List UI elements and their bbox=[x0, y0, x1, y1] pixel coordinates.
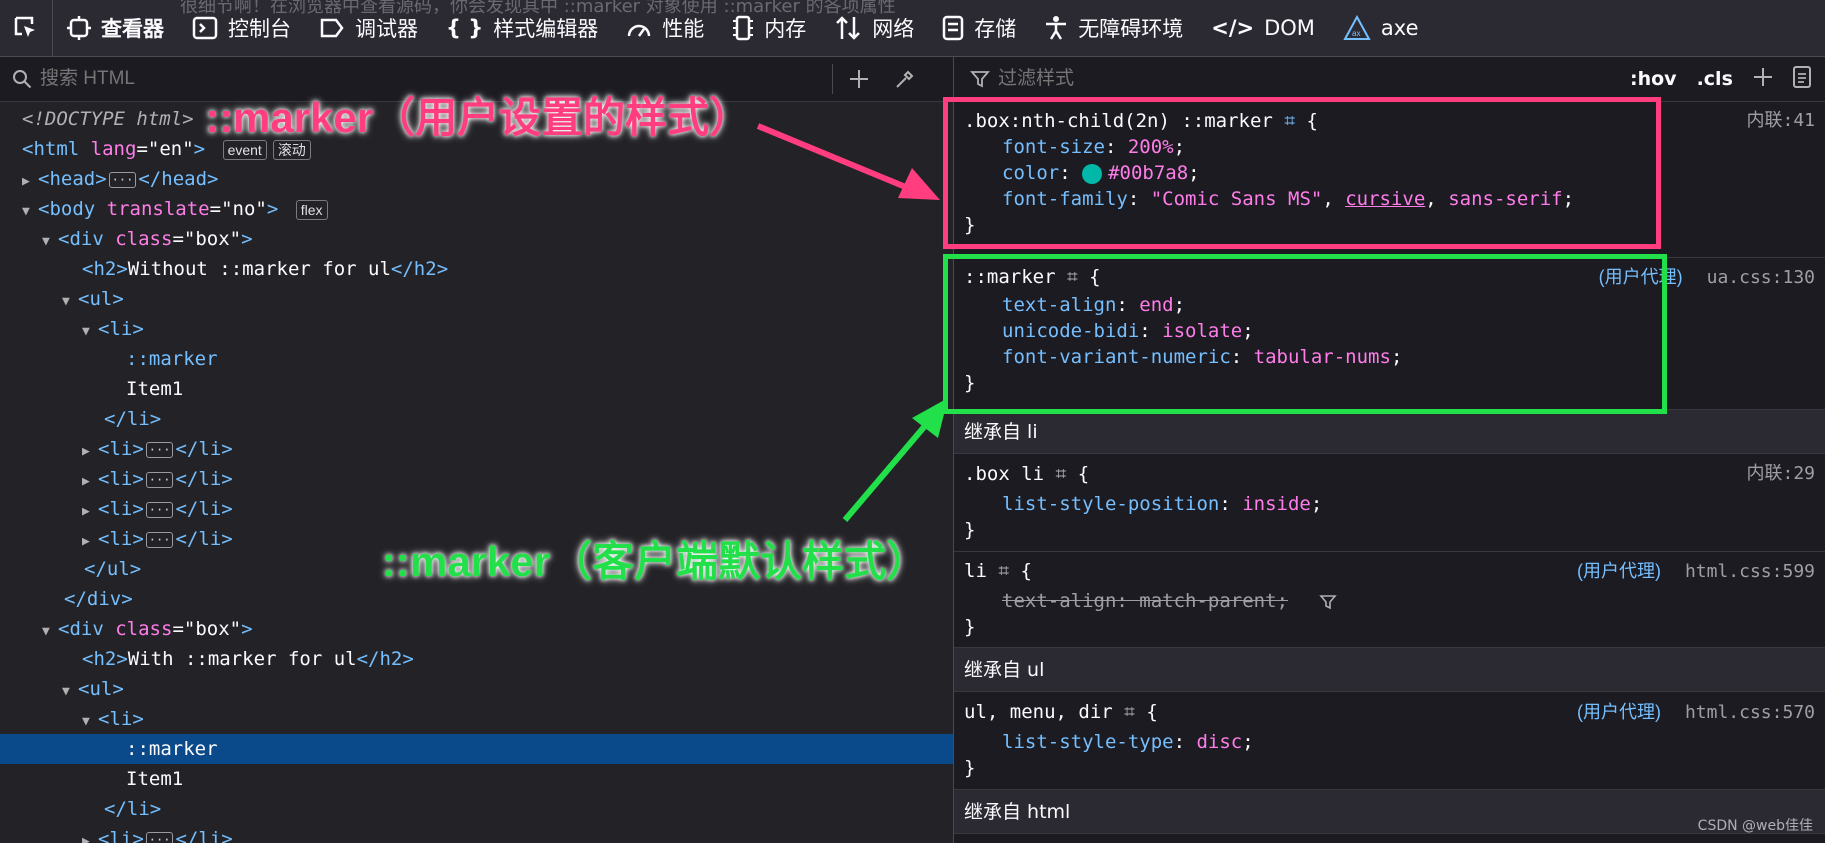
pink-arrow-icon bbox=[756, 123, 940, 200]
green-arrow-icon bbox=[842, 398, 948, 522]
annotation-user-styles: ::marker（用户设置的样式） bbox=[205, 94, 752, 141]
watermark: CSDN @web佳佳 bbox=[1697, 818, 1813, 834]
annotation-ua-styles: ::marker（客户端默认样式） bbox=[382, 538, 929, 585]
